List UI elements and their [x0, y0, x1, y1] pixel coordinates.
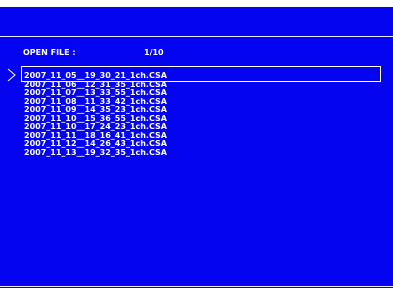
page-counter: 1/10 [144, 48, 164, 57]
file-list: 2007_11_05__19_30_21_1ch.CSA 2007_11_06_… [0, 66, 393, 158]
file-browser-panel: OPEN FILE : 1/10 2007_11_05__19_30_21_1c… [0, 7, 393, 288]
open-file-label: OPEN FILE : [23, 48, 76, 57]
header-divider [0, 36, 393, 37]
file-name: 2007_11_13__19_32_35_1ch.CSA [24, 147, 167, 157]
dvr-screen: OPEN FILE : 1/10 2007_11_05__19_30_21_1c… [0, 0, 393, 303]
file-list-item[interactable]: 2007_11_13__19_32_35_1ch.CSA [0, 147, 393, 158]
footer-divider [0, 286, 393, 287]
